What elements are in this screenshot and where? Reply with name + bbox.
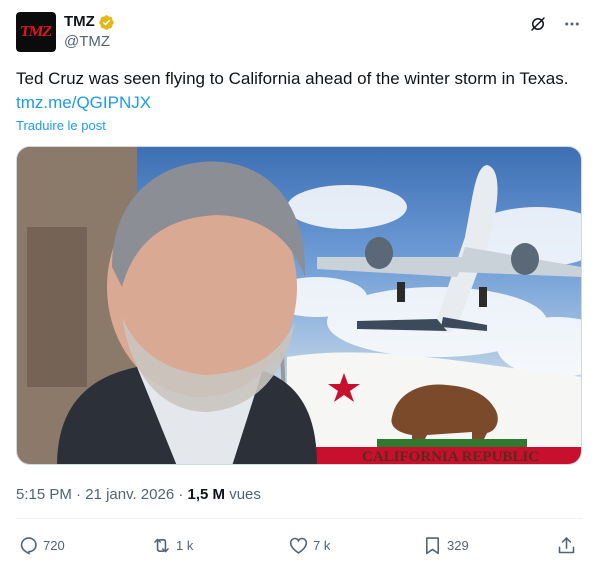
reply-button[interactable]: 720 bbox=[18, 531, 65, 559]
grok-icon bbox=[531, 17, 545, 31]
header-actions bbox=[528, 14, 582, 34]
more-button[interactable] bbox=[562, 14, 582, 34]
tweet-date[interactable]: 21 janv. 2026 bbox=[85, 486, 174, 503]
more-icon bbox=[565, 22, 579, 26]
tweet-header: TMZ TMZ @TMZ bbox=[16, 12, 582, 56]
action-bar: 720 1 k 7 k 329 bbox=[16, 531, 582, 559]
handle[interactable]: @TMZ bbox=[64, 32, 115, 52]
repost-button[interactable]: 1 k bbox=[151, 531, 193, 559]
avatar[interactable]: TMZ bbox=[16, 12, 56, 52]
divider bbox=[16, 518, 582, 519]
tweet-image[interactable]: CALIFORNIA REPUBLIC bbox=[16, 146, 582, 465]
tweet-time[interactable]: 5:15 PM bbox=[16, 486, 72, 503]
repost-icon bbox=[154, 538, 169, 552]
tweet-meta: 5:15 PM · 21 janv. 2026 · 1,5 M vues bbox=[16, 485, 261, 505]
share-button[interactable] bbox=[556, 531, 577, 559]
translate-link[interactable]: Traduire le post bbox=[16, 118, 106, 134]
bookmark-count: 329 bbox=[447, 537, 469, 553]
clouds bbox=[267, 185, 581, 377]
bookmark-icon bbox=[426, 536, 439, 554]
reply-count: 720 bbox=[43, 537, 65, 553]
author-name-row[interactable]: TMZ bbox=[64, 12, 115, 32]
flag-text: CALIFORNIA REPUBLIC bbox=[362, 449, 539, 465]
author-block: TMZ @TMZ bbox=[64, 12, 115, 52]
meta-separator: · bbox=[76, 486, 86, 503]
tweet-text: Ted Cruz was seen flying to California a… bbox=[16, 69, 569, 88]
verified-badge-icon[interactable] bbox=[98, 14, 115, 31]
display-name[interactable]: TMZ bbox=[64, 12, 95, 32]
avatar-logo: TMZ bbox=[19, 23, 53, 40]
grok-button[interactable] bbox=[528, 14, 548, 34]
repost-count: 1 k bbox=[176, 537, 194, 553]
reply-icon bbox=[20, 536, 37, 555]
meta-separator: · bbox=[178, 486, 188, 503]
bookmark-button[interactable]: 329 bbox=[422, 531, 469, 559]
like-count: 7 k bbox=[313, 537, 331, 553]
like-icon bbox=[289, 537, 308, 554]
share-icon bbox=[558, 536, 575, 553]
views-count: 1,5 M bbox=[187, 486, 226, 503]
image-illustration: CALIFORNIA REPUBLIC bbox=[17, 147, 581, 465]
views-label: vues bbox=[229, 486, 261, 503]
tweet-link[interactable]: tmz.me/QGIPNJX bbox=[16, 91, 151, 115]
like-button[interactable]: 7 k bbox=[288, 531, 330, 559]
